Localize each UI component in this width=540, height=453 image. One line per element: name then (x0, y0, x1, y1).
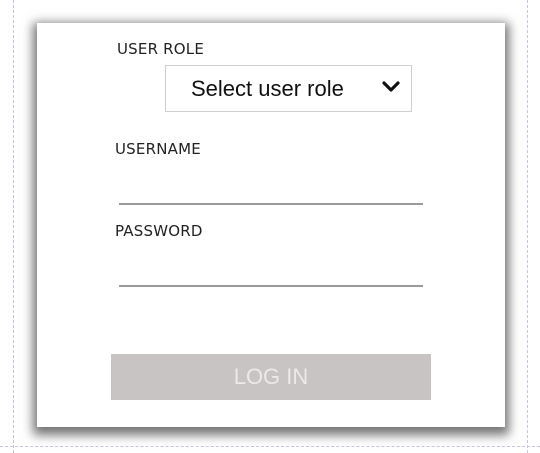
login-button[interactable]: LOG IN (111, 354, 431, 400)
guide-line-left (13, 0, 14, 453)
guide-line-bottom (0, 446, 540, 447)
chevron-down-icon (382, 81, 400, 92)
username-label: USERNAME (115, 140, 201, 158)
user-role-selected-value: Select user role (191, 76, 344, 101)
user-role-label: USER ROLE (117, 40, 205, 58)
login-card: USER ROLE Select user role USERNAME PASS… (37, 23, 505, 427)
password-label: PASSWORD (115, 222, 203, 240)
guide-line-right (527, 0, 528, 453)
password-input[interactable] (119, 259, 423, 287)
username-input[interactable] (119, 177, 423, 205)
user-role-select[interactable]: Select user role (165, 65, 412, 112)
